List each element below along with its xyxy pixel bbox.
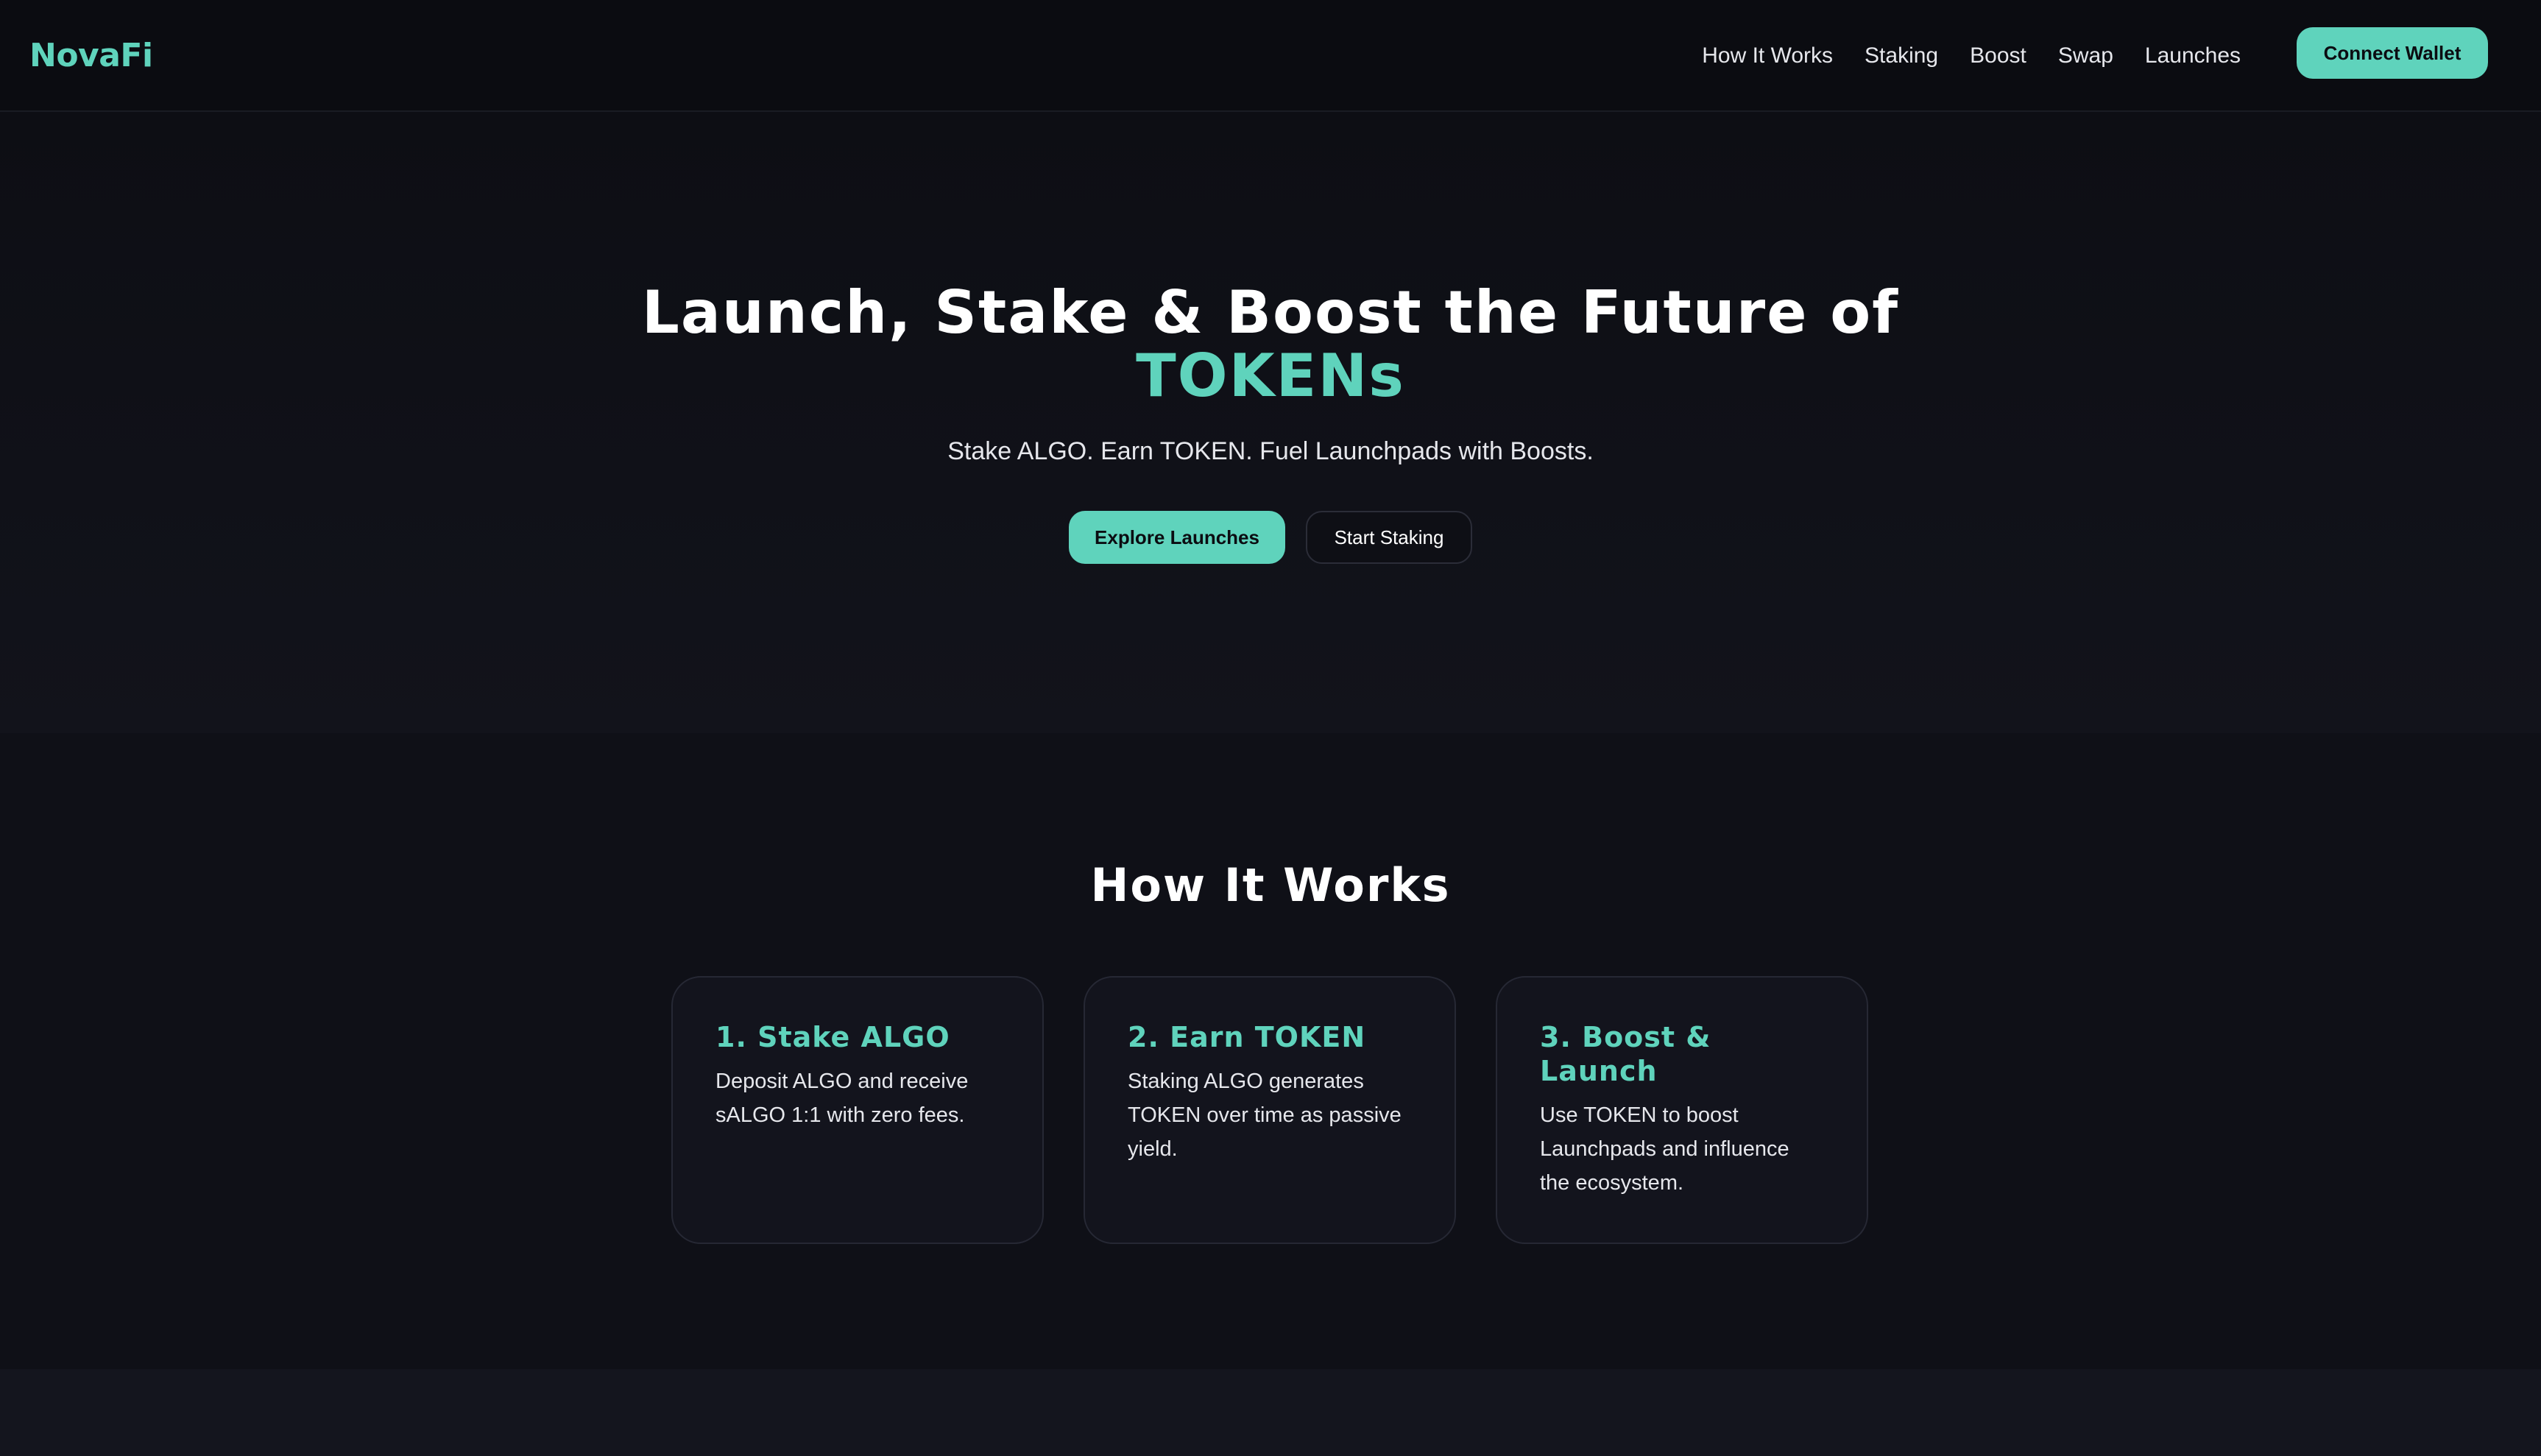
nav-link-how-it-works[interactable]: How It Works	[1702, 43, 1833, 68]
how-it-works-section: How It Works 1. Stake ALGO Deposit ALGO …	[0, 733, 2541, 1369]
step-card-stake: 1. Stake ALGO Deposit ALGO and receive s…	[671, 976, 1044, 1244]
hero-actions: Explore Launches Start Staking	[0, 511, 2541, 564]
explore-launches-button[interactable]: Explore Launches	[1069, 511, 1285, 564]
hero-title: Launch, Stake & Boost the Future of TOKE…	[0, 281, 2541, 408]
nav-link-staking[interactable]: Staking	[1865, 43, 1938, 68]
logo[interactable]: NovaFi	[29, 37, 153, 74]
step-card-text: Deposit ALGO and receive sALGO 1:1 with …	[715, 1070, 969, 1127]
step-card-boost: 3. Boost & Launch Use TOKEN to boost Lau…	[1496, 976, 1868, 1244]
step-card-text: Use TOKEN to boost Launchpads and influe…	[1540, 1103, 1789, 1195]
step-card-title: 2. Earn TOKEN	[1128, 1021, 1366, 1053]
top-nav: NovaFi How It Works Staking Boost Swap L…	[0, 0, 2541, 112]
step-card-earn: 2. Earn TOKEN Staking ALGO generates TOK…	[1084, 976, 1456, 1244]
next-section-band	[0, 1369, 2541, 1456]
hero-title-line: Launch, Stake & Boost the Future of	[641, 278, 1900, 347]
steps-cards: 1. Stake ALGO Deposit ALGO and receive s…	[671, 976, 1868, 1244]
nav-link-launches[interactable]: Launches	[2145, 43, 2241, 68]
start-staking-button[interactable]: Start Staking	[1306, 511, 1472, 564]
step-card-title: 1. Stake ALGO	[715, 1021, 950, 1053]
connect-wallet-button[interactable]: Connect Wallet	[2297, 27, 2488, 79]
nav-link-swap[interactable]: Swap	[2058, 43, 2113, 68]
nav-links: How It Works Staking Boost Swap Launches	[1670, 0, 2241, 112]
step-card-text: Staking ALGO generates TOKEN over time a…	[1128, 1070, 1402, 1161]
section-title: How It Works	[1090, 858, 1451, 912]
nav-link-boost[interactable]: Boost	[1970, 43, 2026, 68]
hero-subtitle: Stake ALGO. Earn TOKEN. Fuel Launchpads …	[947, 437, 1594, 465]
hero-section: Launch, Stake & Boost the Future of TOKE…	[0, 112, 2541, 733]
hero-title-accent: TOKENs	[1136, 342, 1405, 410]
step-card-title: 3. Boost & Launch	[1540, 1021, 1711, 1087]
